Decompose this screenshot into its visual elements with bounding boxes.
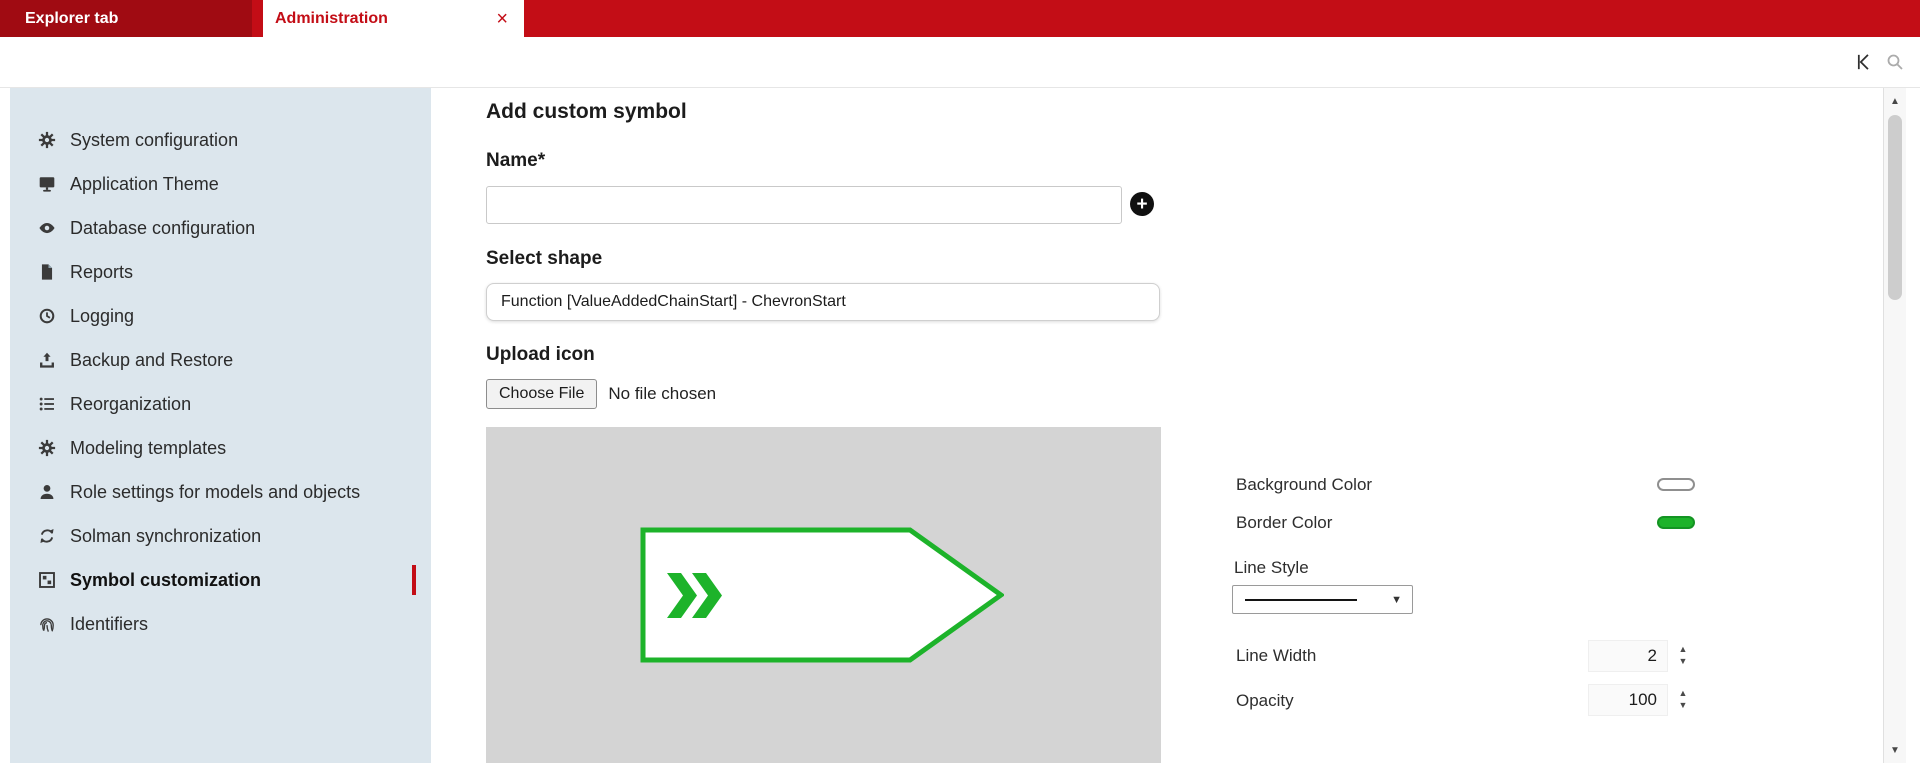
spinner-down-icon[interactable]: ▼ xyxy=(1679,701,1688,710)
scroll-down-button[interactable]: ▼ xyxy=(1884,737,1906,763)
choose-file-button[interactable]: Choose File xyxy=(486,379,597,409)
select-shape-label: Select shape xyxy=(486,248,602,270)
collapse-panel-icon[interactable] xyxy=(1852,51,1874,73)
border-color-swatch[interactable] xyxy=(1657,516,1695,529)
tab-bar: Explorer tab Administration × xyxy=(0,0,1920,37)
tab-explorer[interactable]: Explorer tab xyxy=(0,0,252,37)
theme-monitor-icon xyxy=(38,175,56,193)
sidebar-item-modeling-templates[interactable]: Modeling templates xyxy=(10,426,431,470)
spinner-down-icon[interactable]: ▼ xyxy=(1679,657,1688,666)
sidebar-item-label: Identifiers xyxy=(70,614,148,635)
tab-explorer-label: Explorer tab xyxy=(25,10,118,28)
sidebar-item-symbol-customization[interactable]: Symbol customization xyxy=(10,558,431,602)
background-color-label: Background Color xyxy=(1236,475,1372,495)
person-icon xyxy=(38,483,56,501)
tab-administration[interactable]: Administration × xyxy=(263,0,524,37)
sidebar-item-identifiers[interactable]: Identifiers xyxy=(10,602,431,646)
eye-icon xyxy=(38,219,56,237)
file-status-text: No file chosen xyxy=(608,384,716,404)
line-width-input[interactable]: 2 xyxy=(1588,640,1668,672)
sidebar-item-system-configuration[interactable]: System configuration xyxy=(10,118,431,162)
line-style-dropdown[interactable]: ▼ xyxy=(1232,585,1413,614)
sidebar-item-label: Modeling templates xyxy=(70,438,226,459)
bullet-list-icon xyxy=(38,395,56,413)
name-label: Name* xyxy=(486,150,545,172)
sidebar-item-solman-synchronization[interactable]: Solman synchronization xyxy=(10,514,431,558)
opacity-label: Opacity xyxy=(1236,691,1294,711)
sidebar-item-reports[interactable]: Reports xyxy=(10,250,431,294)
chevron-shape xyxy=(640,527,1004,663)
sidebar-item-logging[interactable]: Logging xyxy=(10,294,431,338)
line-style-label: Line Style xyxy=(1234,558,1309,578)
line-width-spinner: ▲ ▼ xyxy=(1676,645,1690,666)
close-tab-icon[interactable]: × xyxy=(496,9,508,29)
clock-history-icon xyxy=(38,307,56,325)
caret-down-icon: ▼ xyxy=(1391,594,1402,606)
fingerprint-icon xyxy=(38,615,56,633)
sidebar-item-role-settings[interactable]: Role settings for models and objects xyxy=(10,470,431,514)
sidebar-item-label: Logging xyxy=(70,306,134,327)
shape-select[interactable]: Function [ValueAddedChainStart] - Chevro… xyxy=(486,283,1160,321)
scrollbar-thumb[interactable] xyxy=(1888,115,1902,300)
shape-select-value: Function [ValueAddedChainStart] - Chevro… xyxy=(501,293,846,311)
border-color-label: Border Color xyxy=(1236,513,1332,533)
sidebar-item-label: Role settings for models and objects xyxy=(70,482,360,503)
toolbar xyxy=(0,37,1920,88)
administration-window: Explorer tab Administration × System con… xyxy=(0,0,1920,763)
sidebar-item-reorganization[interactable]: Reorganization xyxy=(10,382,431,426)
sidebar-item-database-configuration[interactable]: Database configuration xyxy=(10,206,431,250)
background-color-swatch[interactable] xyxy=(1657,478,1695,491)
sidebar-item-label: Database configuration xyxy=(70,218,255,239)
sidebar-item-label: Solman synchronization xyxy=(70,526,261,547)
scroll-down-icon: ▼ xyxy=(1890,745,1900,756)
sidebar-item-label: Reports xyxy=(70,262,133,283)
sidebar-item-label: Symbol customization xyxy=(70,570,261,591)
sidebar-item-label: Application Theme xyxy=(70,174,219,195)
page-title: Add custom symbol xyxy=(486,100,687,124)
line-style-solid-preview xyxy=(1245,599,1357,601)
name-input[interactable] xyxy=(486,186,1122,224)
sidebar-item-label: Backup and Restore xyxy=(70,350,233,371)
opacity-spinner: ▲ ▼ xyxy=(1676,689,1690,710)
document-icon xyxy=(38,263,56,281)
spinner-up-icon[interactable]: ▲ xyxy=(1679,645,1688,654)
symbol-preview xyxy=(486,427,1161,763)
sync-arrows-icon xyxy=(38,527,56,545)
upload-tray-icon xyxy=(38,351,56,369)
sidebar-item-application-theme[interactable]: Application Theme xyxy=(10,162,431,206)
sidebar-item-label: System configuration xyxy=(70,130,238,151)
gear-icon xyxy=(38,439,56,457)
scroll-up-icon: ▲ xyxy=(1890,96,1900,107)
selected-item-indicator xyxy=(412,565,416,595)
plus-icon: + xyxy=(1136,195,1147,214)
upload-icon-label: Upload icon xyxy=(486,344,595,366)
search-icon[interactable] xyxy=(1885,52,1905,72)
line-width-label: Line Width xyxy=(1236,646,1316,666)
symbol-grid-icon xyxy=(38,571,56,589)
sidebar-item-backup-and-restore[interactable]: Backup and Restore xyxy=(10,338,431,382)
file-upload-row: Choose File No file chosen xyxy=(486,379,716,409)
sidebar: System configuration Application Theme D… xyxy=(10,88,431,763)
tab-administration-label: Administration xyxy=(275,10,388,28)
opacity-input[interactable]: 100 xyxy=(1588,684,1668,716)
spinner-up-icon[interactable]: ▲ xyxy=(1679,689,1688,698)
scroll-up-button[interactable]: ▲ xyxy=(1884,88,1906,114)
sidebar-item-label: Reorganization xyxy=(70,394,191,415)
vertical-scrollbar[interactable]: ▲ ▼ xyxy=(1883,88,1906,763)
add-symbol-button[interactable]: + xyxy=(1130,192,1154,216)
gear-icon xyxy=(38,131,56,149)
